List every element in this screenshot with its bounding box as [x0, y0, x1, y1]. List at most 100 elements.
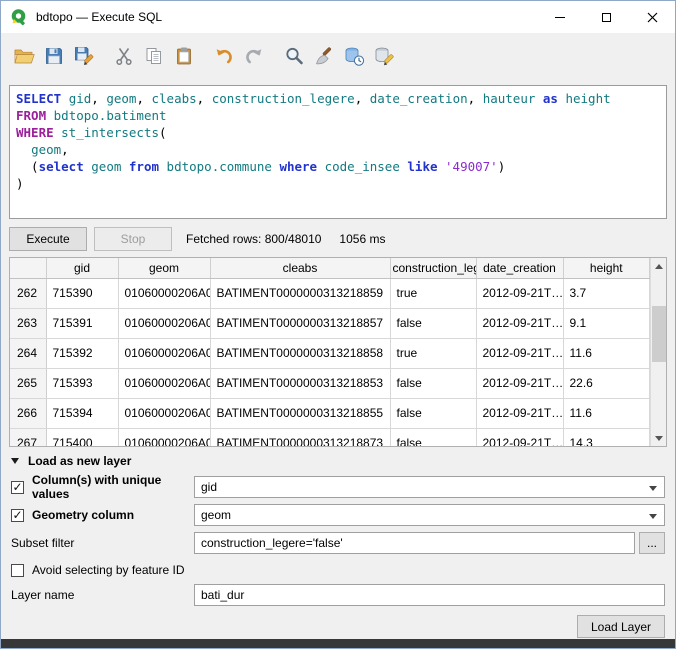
table-cell[interactable]: 11.6	[563, 398, 650, 428]
column-header-height[interactable]: height	[563, 258, 650, 278]
maximize-button[interactable]	[583, 1, 629, 33]
open-file-button[interactable]	[9, 41, 39, 71]
table-cell[interactable]: 715393	[46, 368, 118, 398]
query-history-button[interactable]	[339, 41, 369, 71]
unique-values-combobox[interactable]: gid	[194, 476, 665, 498]
collapse-arrow-icon	[11, 458, 19, 464]
layer-name-label: Layer name	[11, 588, 74, 602]
execute-button[interactable]: Execute	[9, 227, 87, 251]
fetched-rows-text: Fetched rows: 800/48010	[186, 232, 321, 246]
minimize-button[interactable]	[537, 1, 583, 33]
unique-values-row: ✓ Column(s) with unique values gid	[11, 476, 665, 498]
subset-filter-browse-button[interactable]: ...	[639, 532, 665, 554]
table-cell[interactable]: 01060000206A0…	[118, 368, 210, 398]
table-cell[interactable]: false	[390, 368, 476, 398]
clear-button[interactable]	[309, 41, 339, 71]
table-cell[interactable]: 3.7	[563, 278, 650, 308]
table-cell[interactable]: 01060000206A0…	[118, 338, 210, 368]
section-header[interactable]: Load as new layer	[11, 452, 665, 470]
table-cell[interactable]: 715392	[46, 338, 118, 368]
table-cell[interactable]: false	[390, 398, 476, 428]
row-number-header	[10, 258, 46, 278]
column-header-construction_legere[interactable]: construction_legere	[390, 258, 476, 278]
table-cell[interactable]: 22.6	[563, 368, 650, 398]
table-cell[interactable]: BATIMENT0000000313218873	[210, 428, 390, 447]
layer-name-value: bati_dur	[201, 588, 244, 602]
table-row[interactable]: 26371539101060000206A0…BATIMENT000000031…	[10, 308, 650, 338]
unique-values-selected: gid	[201, 480, 217, 494]
column-header-geom[interactable]: geom	[118, 258, 210, 278]
table-cell[interactable]: BATIMENT0000000313218853	[210, 368, 390, 398]
table-cell[interactable]: 01060000206A0…	[118, 428, 210, 447]
find-button[interactable]	[279, 41, 309, 71]
row-number[interactable]: 263	[10, 308, 46, 338]
table-cell[interactable]: BATIMENT0000000313218857	[210, 308, 390, 338]
unique-values-checkbox[interactable]: ✓	[11, 481, 24, 494]
scrollbar-thumb[interactable]	[652, 306, 666, 362]
row-number[interactable]: 262	[10, 278, 46, 308]
geometry-column-row: ✓ Geometry column geom	[11, 504, 665, 526]
table-cell[interactable]: 01060000206A0…	[118, 398, 210, 428]
table-cell[interactable]: 715390	[46, 278, 118, 308]
table-cell[interactable]: 14.3	[563, 428, 650, 447]
geometry-column-combobox[interactable]: geom	[194, 504, 665, 526]
save-as-button[interactable]	[69, 41, 99, 71]
table-cell[interactable]: 715391	[46, 308, 118, 338]
load-layer-button[interactable]: Load Layer	[577, 615, 665, 638]
table-cell[interactable]: 2012-09-21T…	[476, 368, 563, 398]
table-cell[interactable]: BATIMENT0000000313218859	[210, 278, 390, 308]
table-cell[interactable]: false	[390, 428, 476, 447]
scroll-down-icon	[655, 436, 663, 441]
table-cell[interactable]: 2012-09-21T…	[476, 308, 563, 338]
execute-query-button[interactable]	[369, 41, 399, 71]
table-cell[interactable]: true	[390, 278, 476, 308]
column-header-cleabs[interactable]: cleabs	[210, 258, 390, 278]
table-cell[interactable]: BATIMENT0000000313218855	[210, 398, 390, 428]
layer-name-input[interactable]: bati_dur	[194, 584, 665, 606]
titlebar[interactable]: bdtopo — Execute SQL	[1, 1, 675, 33]
table-cell[interactable]: false	[390, 308, 476, 338]
undo-button[interactable]	[209, 41, 239, 71]
sql-editor[interactable]: SELECT gid, geom, cleabs, construction_l…	[9, 85, 667, 219]
table-cell[interactable]: 2012-09-21T…	[476, 278, 563, 308]
redo-button[interactable]	[239, 41, 269, 71]
table-cell[interactable]: 715394	[46, 398, 118, 428]
row-number[interactable]: 267	[10, 428, 46, 447]
close-button[interactable]	[629, 1, 675, 33]
scroll-down-button[interactable]	[651, 430, 667, 446]
cut-button[interactable]	[109, 41, 139, 71]
geometry-column-checkbox[interactable]: ✓	[11, 509, 24, 522]
row-number[interactable]: 264	[10, 338, 46, 368]
table-row[interactable]: 26271539001060000206A0…BATIMENT000000031…	[10, 278, 650, 308]
table-cell[interactable]: 2012-09-21T…	[476, 398, 563, 428]
row-number[interactable]: 266	[10, 398, 46, 428]
table-cell[interactable]: 2012-09-21T…	[476, 338, 563, 368]
avoid-select-checkbox[interactable]	[11, 564, 24, 577]
save-button[interactable]	[39, 41, 69, 71]
avoid-select-row: Avoid selecting by feature ID	[11, 562, 665, 578]
table-cell[interactable]: 01060000206A0…	[118, 308, 210, 338]
paste-icon	[173, 45, 195, 67]
table-cell[interactable]: 01060000206A0…	[118, 278, 210, 308]
paste-button[interactable]	[169, 41, 199, 71]
table-cell[interactable]: BATIMENT0000000313218858	[210, 338, 390, 368]
table-cell[interactable]: 9.1	[563, 308, 650, 338]
scroll-up-button[interactable]	[651, 258, 667, 274]
column-header-gid[interactable]: gid	[46, 258, 118, 278]
copy-button[interactable]	[139, 41, 169, 71]
row-number[interactable]: 265	[10, 368, 46, 398]
table-row[interactable]: 26571539301060000206A0…BATIMENT000000031…	[10, 368, 650, 398]
background-window-strip	[1, 639, 675, 648]
geometry-column-selected: geom	[201, 508, 231, 522]
subset-filter-input[interactable]: construction_legere='false'	[194, 532, 635, 554]
table-cell[interactable]: 2012-09-21T…	[476, 428, 563, 447]
column-header-date_creation[interactable]: date_creation	[476, 258, 563, 278]
table-cell[interactable]: 11.6	[563, 338, 650, 368]
qgis-logo-icon	[10, 8, 28, 26]
table-cell[interactable]: true	[390, 338, 476, 368]
table-row[interactable]: 26771540001060000206A0…BATIMENT000000031…	[10, 428, 650, 447]
table-row[interactable]: 26471539201060000206A0…BATIMENT000000031…	[10, 338, 650, 368]
vertical-scrollbar[interactable]	[650, 258, 666, 446]
table-row[interactable]: 26671539401060000206A0…BATIMENT000000031…	[10, 398, 650, 428]
table-cell[interactable]: 715400	[46, 428, 118, 447]
